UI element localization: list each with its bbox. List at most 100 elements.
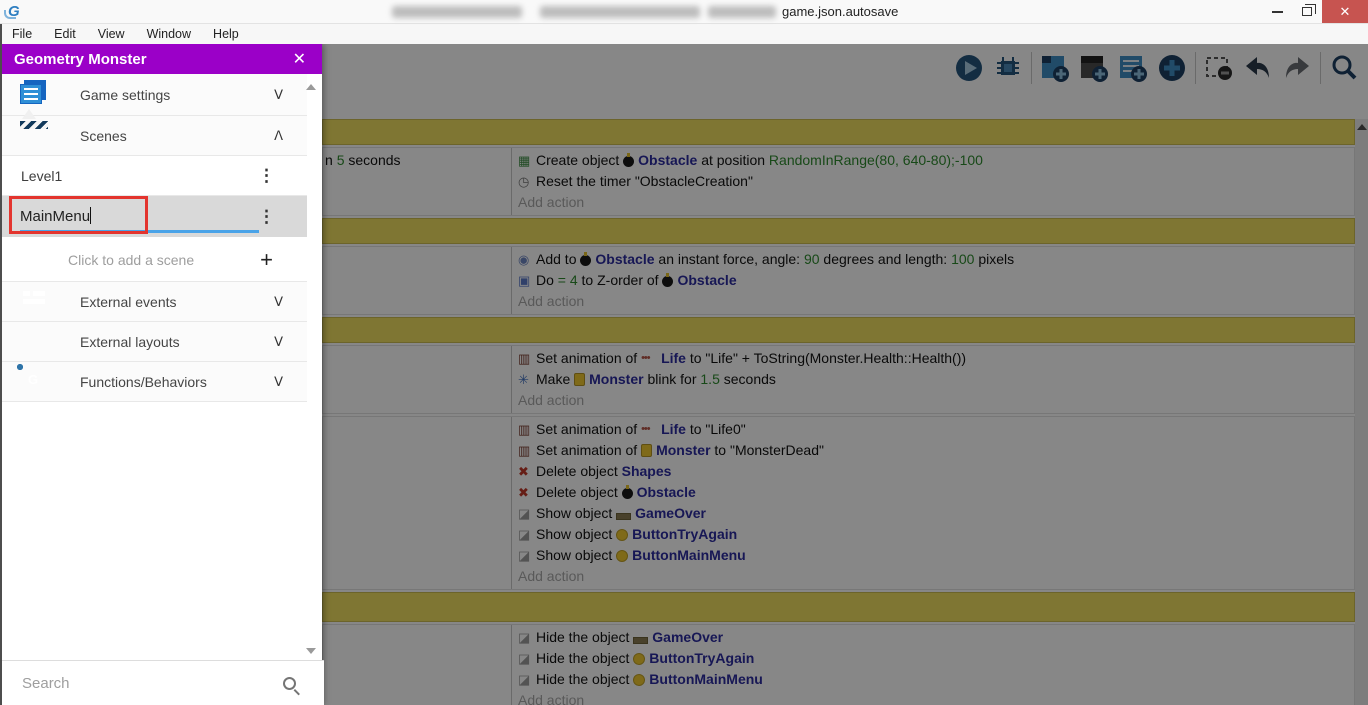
chevron-down-icon[interactable]: ᐯ: [274, 87, 283, 103]
event-action-line[interactable]: Create object Obstacle at position Rando…: [518, 150, 1354, 171]
event-comment-bar[interactable]: [322, 218, 1355, 244]
anim-icon: [518, 348, 536, 369]
event-action-line[interactable]: Do = 4 to Z-order of Obstacle: [518, 270, 1354, 291]
event-condition-line[interactable]: n 5 seconds: [325, 150, 511, 171]
event-action-line[interactable]: Set animation of Monster to "MonsterDead…: [518, 440, 1354, 461]
text-segment: Hide the object: [536, 629, 634, 645]
event-action-line[interactable]: Show object ButtonTryAgain: [518, 524, 1354, 545]
text-segment: an instant force, angle:: [654, 251, 804, 267]
menu-file[interactable]: File: [10, 25, 42, 43]
text-segment: Monster: [656, 442, 711, 458]
force-icon: [518, 249, 536, 270]
event-action-line[interactable]: Delete object Obstacle: [518, 482, 1354, 503]
play-button[interactable]: [953, 52, 985, 84]
event-action-line[interactable]: Make Monster blink for 1.5 seconds: [518, 369, 1354, 390]
restore-button[interactable]: [1292, 0, 1322, 23]
event-action-line[interactable]: Reset the timer "ObstacleCreation": [518, 171, 1354, 192]
scene-item-rename-row[interactable]: MainMenu ⋮: [2, 196, 307, 237]
add-event-button[interactable]: [1039, 52, 1071, 84]
undo-icon[interactable]: [1242, 52, 1274, 84]
visibility-icon: [518, 669, 536, 690]
add-new-button[interactable]: [1156, 52, 1188, 84]
text-segment: Show object: [536, 526, 617, 542]
event-comment-bar[interactable]: [322, 317, 1355, 343]
chevron-down-icon[interactable]: ᐯ: [274, 334, 283, 350]
sidebar-item-scenes[interactable]: Scenes ᐱ: [2, 108, 307, 156]
add-sub-event-button[interactable]: [1078, 52, 1110, 84]
text-segment: degrees and length:: [819, 251, 952, 267]
conditions-cell[interactable]: [323, 417, 512, 589]
debug-icon[interactable]: [992, 52, 1024, 84]
events-scrollbar[interactable]: [1355, 119, 1368, 705]
panel-search-bar[interactable]: Search: [2, 660, 324, 705]
menu-window[interactable]: Window: [145, 25, 201, 43]
chevron-up-icon[interactable]: ᐱ: [274, 128, 283, 144]
event-comment-bar[interactable]: [322, 119, 1355, 145]
bomb-icon: [580, 252, 592, 266]
sidebar-item-functions-behaviors[interactable]: Functions/Behaviors ᐯ: [2, 362, 307, 402]
panel-header: Geometry Monster ✕: [2, 44, 322, 74]
event-action-line[interactable]: Set animation of Life to "Life" + ToStri…: [518, 348, 1354, 369]
kebab-menu-icon[interactable]: ⋮: [258, 208, 275, 225]
menu-help[interactable]: Help: [211, 25, 249, 43]
plus-icon[interactable]: +: [260, 247, 273, 273]
text-segment: RandomInRange(80, 640-80);-100: [768, 152, 983, 168]
scene-item-level1[interactable]: Level1 ⋮: [2, 156, 307, 196]
bomb-icon: [621, 485, 633, 499]
sidebar-item-external-events[interactable]: External events ᐯ: [2, 282, 307, 322]
event-action-line[interactable]: Show object GameOver: [518, 503, 1354, 524]
close-window-button[interactable]: ✕: [1322, 0, 1368, 23]
menu-view[interactable]: View: [96, 25, 135, 43]
menu-bar: File Edit View Window Help: [0, 24, 1368, 44]
redacted-title-text: [540, 6, 700, 18]
event-action-line[interactable]: Add to Obstacle an instant force, angle:…: [518, 249, 1354, 270]
scroll-up-arrow-icon[interactable]: [1357, 124, 1367, 130]
redo-icon[interactable]: [1281, 52, 1313, 84]
event-row: Hide the object GameOverHide the object …: [322, 624, 1355, 705]
menu-edit[interactable]: Edit: [52, 25, 86, 43]
text-segment: ButtonMainMenu: [649, 671, 763, 687]
text-segment: to "Life0": [685, 421, 746, 437]
event-action-line[interactable]: Show object ButtonMainMenu: [518, 545, 1354, 566]
actions-cell: Add to Obstacle an instant force, angle:…: [512, 247, 1354, 314]
scene-rename-input[interactable]: MainMenu: [20, 208, 90, 225]
panel-scroll-up-icon[interactable]: [306, 84, 316, 90]
search-icon[interactable]: [283, 676, 296, 690]
add-action-link[interactable]: Add action: [518, 192, 1354, 213]
add-action-link[interactable]: Add action: [518, 566, 1354, 587]
banner-icon: [616, 513, 632, 520]
conditions-cell[interactable]: [323, 247, 512, 314]
add-comment-button[interactable]: [1117, 52, 1149, 84]
add-action-link[interactable]: Add action: [518, 690, 1354, 705]
zorder-icon: [518, 270, 536, 291]
sidebar-item-external-layouts[interactable]: External layouts ᐯ: [2, 322, 307, 362]
conditions-cell[interactable]: [323, 346, 512, 413]
event-action-line[interactable]: Hide the object ButtonTryAgain: [518, 648, 1354, 669]
add-action-link[interactable]: Add action: [518, 291, 1354, 312]
chevron-down-icon[interactable]: ᐯ: [274, 374, 283, 390]
event-action-line[interactable]: Set animation of Life to "Life0": [518, 419, 1354, 440]
kebab-menu-icon[interactable]: ⋮: [258, 167, 275, 184]
add-scene-row[interactable]: Click to add a scene +: [2, 239, 307, 282]
event-action-line[interactable]: Hide the object ButtonMainMenu: [518, 669, 1354, 690]
event-comment-bar[interactable]: [322, 592, 1355, 622]
text-segment: ButtonMainMenu: [632, 547, 746, 563]
text-segment: GameOver: [635, 505, 706, 521]
conditions-cell[interactable]: [323, 625, 512, 705]
actions-cell: Set animation of Life to "Life" + ToStri…: [512, 346, 1354, 413]
project-title: Geometry Monster: [14, 50, 147, 68]
close-panel-icon[interactable]: ✕: [289, 49, 310, 69]
sidebar-item-label: External layouts: [80, 333, 180, 350]
remove-event-button[interactable]: [1203, 52, 1235, 84]
chevron-down-icon[interactable]: ᐯ: [274, 294, 283, 310]
event-action-line[interactable]: Hide the object GameOver: [518, 627, 1354, 648]
add-action-link[interactable]: Add action: [518, 390, 1354, 411]
conditions-cell[interactable]: n 5 seconds: [323, 148, 512, 215]
minimize-button[interactable]: [1262, 0, 1292, 23]
search-events-icon[interactable]: [1328, 52, 1360, 84]
event-action-line[interactable]: Delete object Shapes: [518, 461, 1354, 482]
sidebar-item-game-settings[interactable]: Game settings ᐯ: [2, 74, 307, 116]
search-input[interactable]: Search: [22, 675, 283, 692]
monster-icon: [641, 444, 653, 457]
panel-scroll-down-icon[interactable]: [306, 648, 316, 654]
